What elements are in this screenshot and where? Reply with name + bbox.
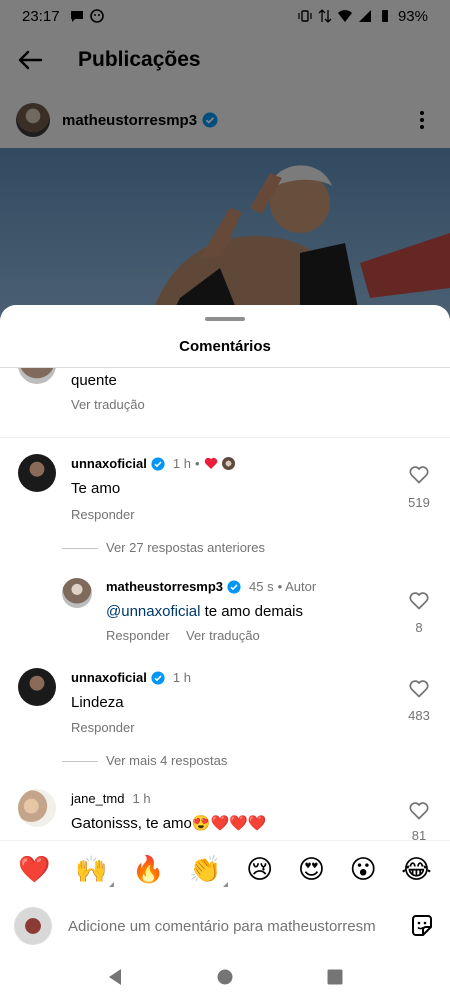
reply-avatar[interactable] [62, 578, 92, 608]
emoji-heart-eyes-button[interactable]: 😍 [298, 857, 325, 883]
thread-line [62, 548, 98, 549]
emoji-sad-button[interactable]: 😢 [246, 857, 273, 883]
comment-username[interactable]: unnaxoficial [71, 670, 147, 685]
comment-composer [0, 898, 450, 954]
reply-button[interactable]: Responder [106, 628, 170, 643]
like-count: 519 [408, 495, 430, 510]
comment-text: Te amo [71, 480, 121, 497]
comment-avatar[interactable] [18, 789, 56, 827]
comment-username[interactable]: unnaxoficial [71, 456, 147, 471]
verified-badge-icon [227, 579, 241, 594]
emoji-laughing-button[interactable]: 😂 [401, 857, 431, 883]
sheet-drag-handle[interactable] [205, 317, 245, 321]
view-previous-replies[interactable]: Ver 27 respostas anteriores [106, 540, 265, 555]
like-button[interactable] [407, 680, 431, 698]
emoji-fire-button[interactable]: 🔥 [132, 857, 164, 883]
variant-indicator [108, 881, 114, 887]
mention-link[interactable]: @unnaxoficial [106, 603, 200, 620]
sticker-button[interactable] [408, 912, 436, 940]
heart-outline-icon [409, 680, 429, 698]
comment-separator [0, 437, 450, 438]
translate-link[interactable]: Ver tradução [71, 397, 145, 412]
like-button[interactable] [407, 466, 431, 484]
thread-line [62, 761, 98, 762]
emoji-glyph: 👏 [189, 854, 222, 885]
comment-text: Lindeza [71, 694, 124, 711]
author-avatar-mini [221, 457, 235, 470]
emoji-quick-bar: ❤️ 🙌 🔥 👏 😢 😍 😮 😂 [0, 840, 450, 898]
comment-text: quente [71, 372, 117, 389]
reply-button[interactable]: Responder [71, 720, 135, 735]
reply-username[interactable]: matheustorresmp3 [106, 579, 223, 594]
verified-badge-icon [151, 456, 165, 471]
nav-back-button[interactable] [95, 957, 135, 997]
like-count: 81 [411, 828, 427, 840]
verified-badge-icon [151, 670, 165, 685]
sheet-title: Comentários [179, 338, 271, 355]
comments-sheet: Comentários quente Ver tradução unnaxofi… [0, 305, 450, 1000]
comment-avatar[interactable] [18, 668, 56, 706]
emoji-glyph: 🙌 [75, 854, 108, 885]
comment-input[interactable] [68, 906, 408, 946]
author-liked-heart-icon [204, 457, 217, 469]
meta-bullet: • [194, 456, 200, 471]
heart-outline-icon [409, 802, 429, 820]
comment-time: 1 h [172, 456, 191, 471]
like-count: 483 [408, 708, 430, 723]
comment-meta: unnaxoficial 1 h • [71, 456, 235, 471]
sticker-icon [412, 915, 432, 936]
comment-meta: jane_tmd 1 h [71, 791, 151, 806]
reply-time: 45 s [249, 579, 274, 594]
current-user-avatar [14, 907, 52, 945]
comment-time: 1 h [132, 791, 151, 806]
reply-text: @unnaxoficial te amo demais [106, 603, 303, 620]
reply-button[interactable]: Responder [71, 507, 135, 522]
like-button[interactable] [407, 802, 431, 820]
reply-body: te amo demais [200, 603, 303, 620]
emoji-heart-button[interactable]: ❤️ [18, 857, 50, 883]
comment-username[interactable]: jane_tmd [71, 791, 124, 806]
comment-avatar[interactable] [18, 454, 56, 492]
circle-home-icon [217, 969, 233, 985]
comment-avatar[interactable] [18, 368, 56, 384]
comment-text: Gatonisss, te amo😍❤️❤️❤️ [71, 815, 267, 832]
translate-link[interactable]: Ver tradução [186, 628, 260, 643]
emoji-raised-hands-button[interactable]: 🙌 [75, 854, 114, 887]
nav-recents-button[interactable] [315, 957, 355, 997]
comments-list[interactable]: quente Ver tradução unnaxoficial 1 h • T… [0, 368, 450, 840]
square-recents-icon [327, 969, 343, 985]
comment-time: 1 h [172, 670, 191, 685]
author-tag: • Autor [277, 579, 317, 594]
system-nav-bar [0, 954, 450, 1000]
emoji-surprised-button[interactable]: 😮 [350, 857, 377, 883]
heart-outline-icon [409, 466, 429, 484]
view-more-replies[interactable]: Ver mais 4 respostas [106, 753, 227, 768]
heart-outline-icon [409, 592, 429, 610]
nav-home-button[interactable] [205, 957, 245, 997]
reply-meta: matheustorresmp3 45 s • Autor [106, 579, 316, 594]
variant-indicator [222, 881, 228, 887]
emoji-clap-button[interactable]: 👏 [189, 854, 228, 887]
comment-meta: unnaxoficial 1 h [71, 670, 191, 685]
like-button[interactable] [407, 592, 431, 610]
triangle-back-icon [109, 969, 121, 985]
like-count: 8 [415, 620, 423, 635]
